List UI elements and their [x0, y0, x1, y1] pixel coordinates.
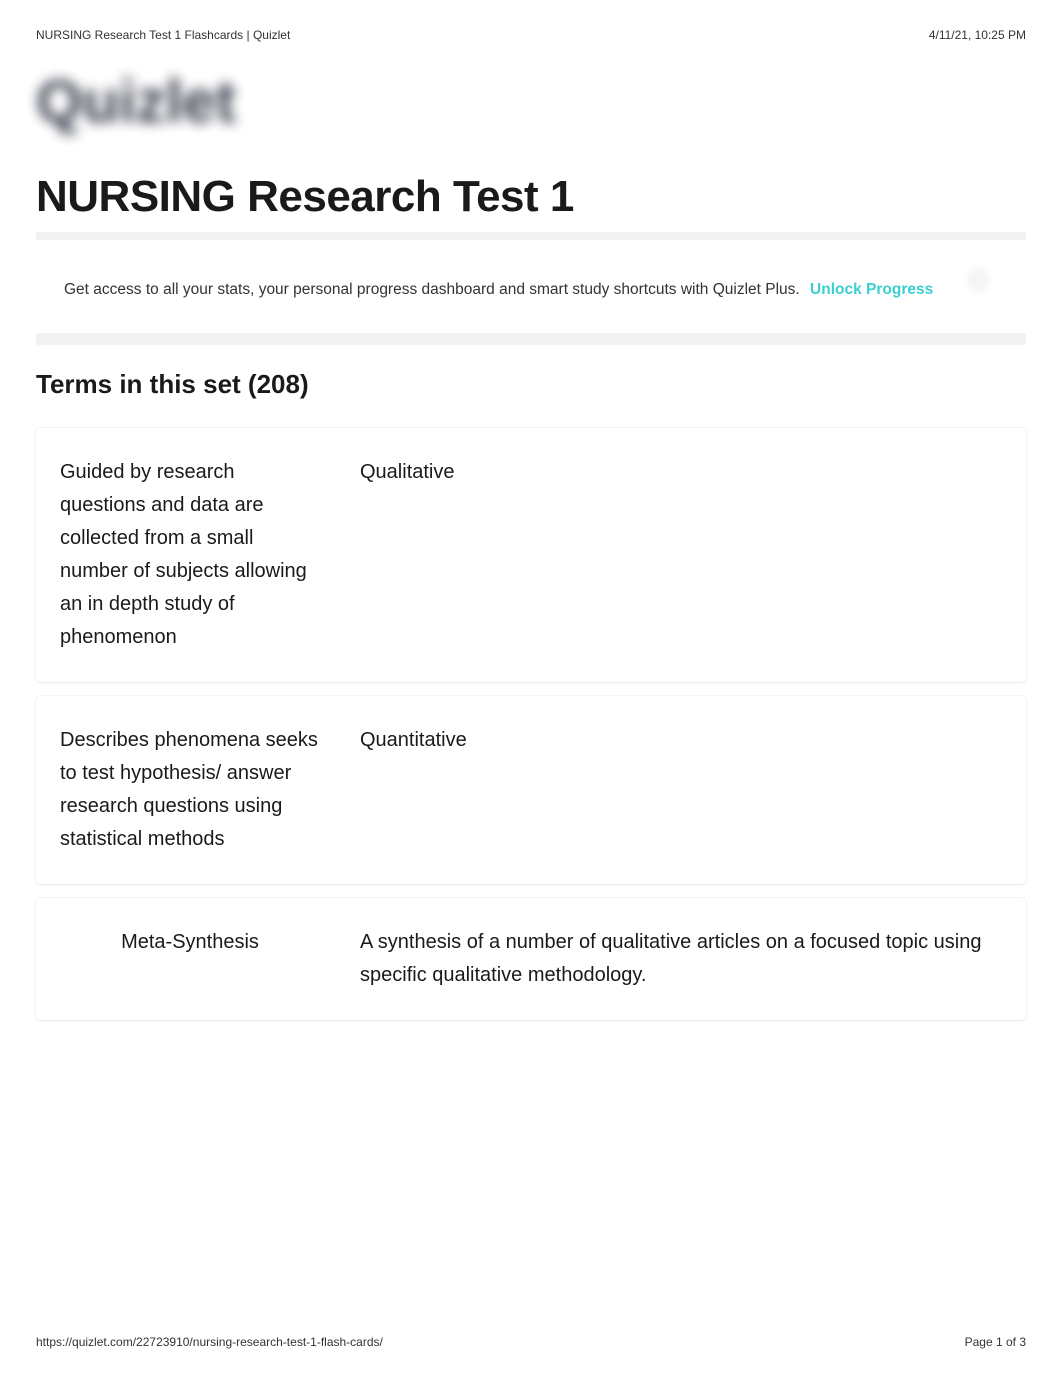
- print-header: NURSING Research Test 1 Flashcards | Qui…: [36, 28, 1026, 42]
- terms-heading: Terms in this set (208): [36, 369, 1026, 400]
- header-right: 4/11/21, 10:25 PM: [929, 28, 1026, 42]
- flashcard-term: Describes phenomena seeks to test hypoth…: [60, 724, 320, 856]
- flashcard-term: Meta-Synthesis: [60, 926, 320, 992]
- print-footer: https://quizlet.com/22723910/nursing-res…: [36, 1335, 1026, 1349]
- brand-logo: Quizlet: [36, 67, 1026, 137]
- close-icon[interactable]: [966, 268, 990, 292]
- svg-text:Quizlet: Quizlet: [36, 68, 236, 135]
- divider: [36, 333, 1026, 345]
- unlock-progress-link[interactable]: Unlock Progress: [810, 281, 933, 298]
- flashcard-term: Guided by research questions and data ar…: [60, 456, 320, 654]
- footer-page: Page 1 of 3: [965, 1335, 1026, 1349]
- divider: [36, 232, 1026, 240]
- flashcard[interactable]: Describes phenomena seeks to test hypoth…: [36, 696, 1026, 884]
- flashcard[interactable]: Guided by research questions and data ar…: [36, 428, 1026, 682]
- flashcard-list: Guided by research questions and data ar…: [36, 428, 1026, 1020]
- promo-text: Get access to all your stats, your perso…: [64, 281, 800, 298]
- flashcard-definition: A synthesis of a number of qualitative a…: [360, 926, 1002, 992]
- footer-url: https://quizlet.com/22723910/nursing-res…: [36, 1335, 383, 1349]
- promo-banner: Get access to all your stats, your perso…: [36, 250, 1026, 325]
- flashcard-definition: Qualitative: [360, 456, 1002, 654]
- header-left: NURSING Research Test 1 Flashcards | Qui…: [36, 28, 290, 42]
- flashcard-definition: Quantitative: [360, 724, 1002, 856]
- page-title: NURSING Research Test 1: [36, 172, 1026, 222]
- flashcard[interactable]: Meta-Synthesis A synthesis of a number o…: [36, 898, 1026, 1020]
